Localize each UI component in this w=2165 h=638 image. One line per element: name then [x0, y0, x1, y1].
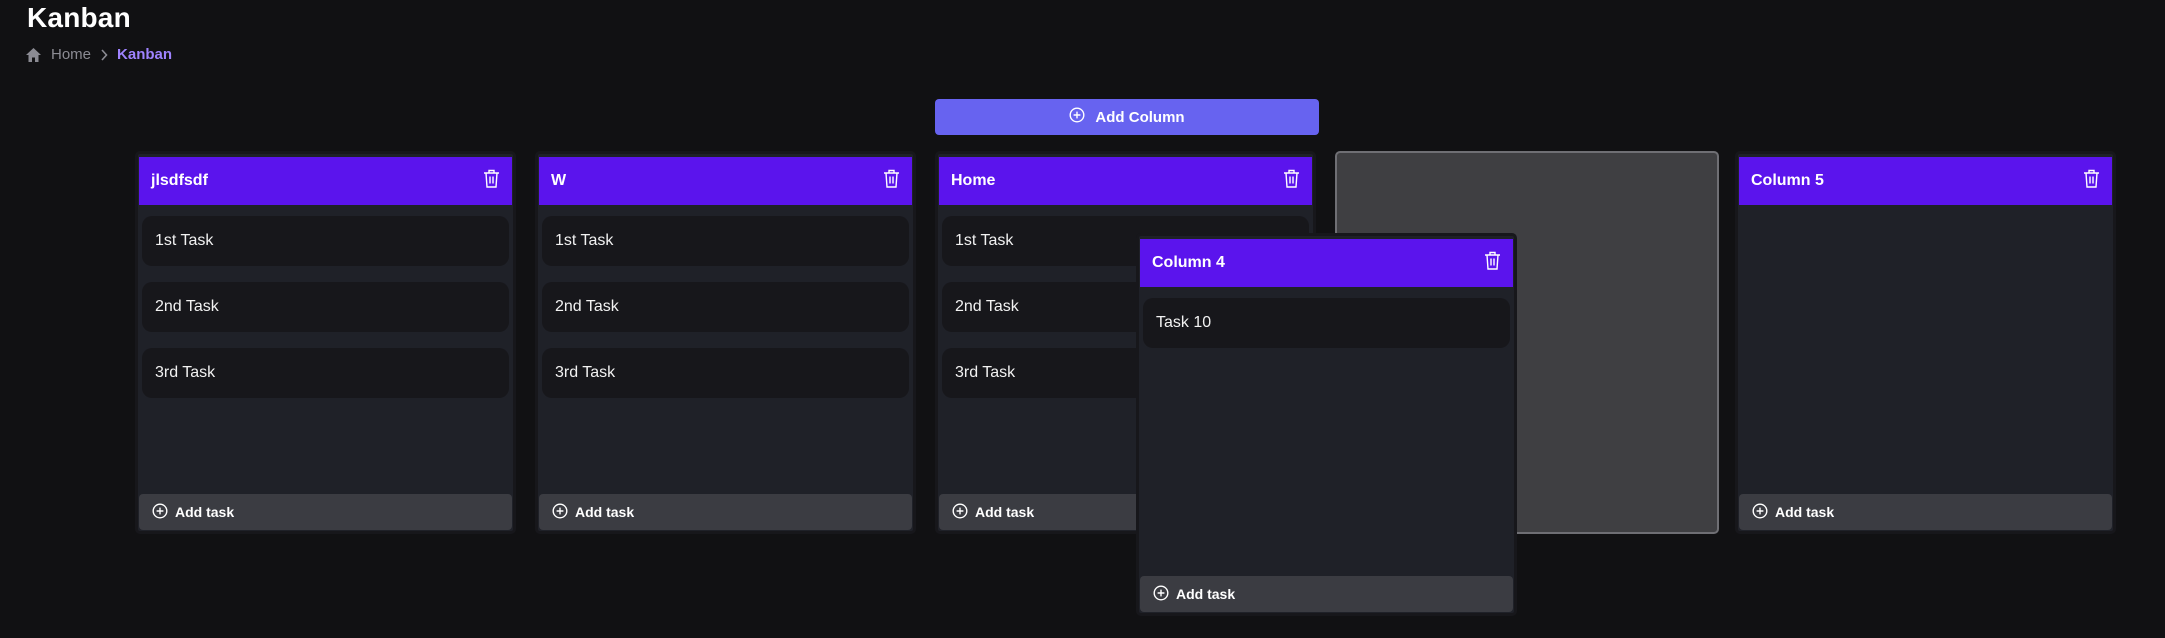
task-card[interactable]: 2nd Task: [142, 282, 509, 332]
column-header[interactable]: Column 4: [1140, 239, 1513, 287]
add-task-label: Add task: [575, 504, 635, 520]
add-task-button[interactable]: Add task: [139, 494, 512, 530]
column-header[interactable]: Home: [939, 157, 1312, 205]
add-task-button[interactable]: Add task: [539, 494, 912, 530]
column-title: Home: [951, 172, 996, 189]
chevron-right-icon: [100, 48, 108, 61]
add-task-label: Add task: [175, 504, 235, 520]
task-card[interactable]: 1st Task: [142, 216, 509, 266]
plus-circle-icon: [952, 502, 968, 522]
add-column-button[interactable]: Add Column: [935, 99, 1319, 135]
add-task-button[interactable]: Add task: [1739, 494, 2112, 530]
add-task-label: Add task: [975, 504, 1035, 520]
column-title: Column 5: [1751, 172, 1824, 189]
breadcrumb-current: Kanban: [117, 46, 173, 63]
plus-circle-icon: [1752, 502, 1768, 522]
column-title: Column 4: [1152, 254, 1225, 271]
plus-circle-icon: [1153, 584, 1169, 604]
column-title: jlsdfsdf: [151, 172, 208, 189]
trash-icon[interactable]: [1283, 169, 1300, 193]
column-title: W: [551, 172, 567, 189]
add-task-label: Add task: [1176, 586, 1236, 602]
column-header[interactable]: jlsdfsdf: [139, 157, 512, 205]
kanban-column[interactable]: jlsdfsdf 1st Task 2nd Task 3rd Task Add …: [135, 151, 516, 534]
add-task-label: Add task: [1775, 504, 1835, 520]
task-card[interactable]: Task 10: [1143, 298, 1510, 348]
plus-circle-icon: [152, 502, 168, 522]
trash-icon[interactable]: [883, 169, 900, 193]
add-column-label: Add Column: [1095, 108, 1185, 126]
task-card[interactable]: 3rd Task: [142, 348, 509, 398]
task-card[interactable]: 1st Task: [542, 216, 909, 266]
kanban-column-dragging[interactable]: Column 4 Task 10 Add task: [1136, 233, 1517, 616]
trash-icon[interactable]: [483, 169, 500, 193]
task-card[interactable]: 3rd Task: [542, 348, 909, 398]
home-icon[interactable]: [25, 47, 42, 63]
page-title: Kanban: [27, 2, 131, 33]
plus-circle-icon: [552, 502, 568, 522]
plus-circle-icon: [1069, 107, 1085, 127]
breadcrumb-home-link[interactable]: Home: [51, 46, 91, 63]
task-card[interactable]: 2nd Task: [542, 282, 909, 332]
column-header[interactable]: W: [539, 157, 912, 205]
add-task-button[interactable]: Add task: [1140, 576, 1513, 612]
kanban-column[interactable]: Column 5 Add task: [1735, 151, 2116, 534]
trash-icon[interactable]: [1484, 251, 1501, 275]
kanban-column[interactable]: W 1st Task 2nd Task 3rd Task Add task: [535, 151, 916, 534]
breadcrumb: Home Kanban: [25, 46, 172, 63]
column-header[interactable]: Column 5: [1739, 157, 2112, 205]
trash-icon[interactable]: [2083, 169, 2100, 193]
